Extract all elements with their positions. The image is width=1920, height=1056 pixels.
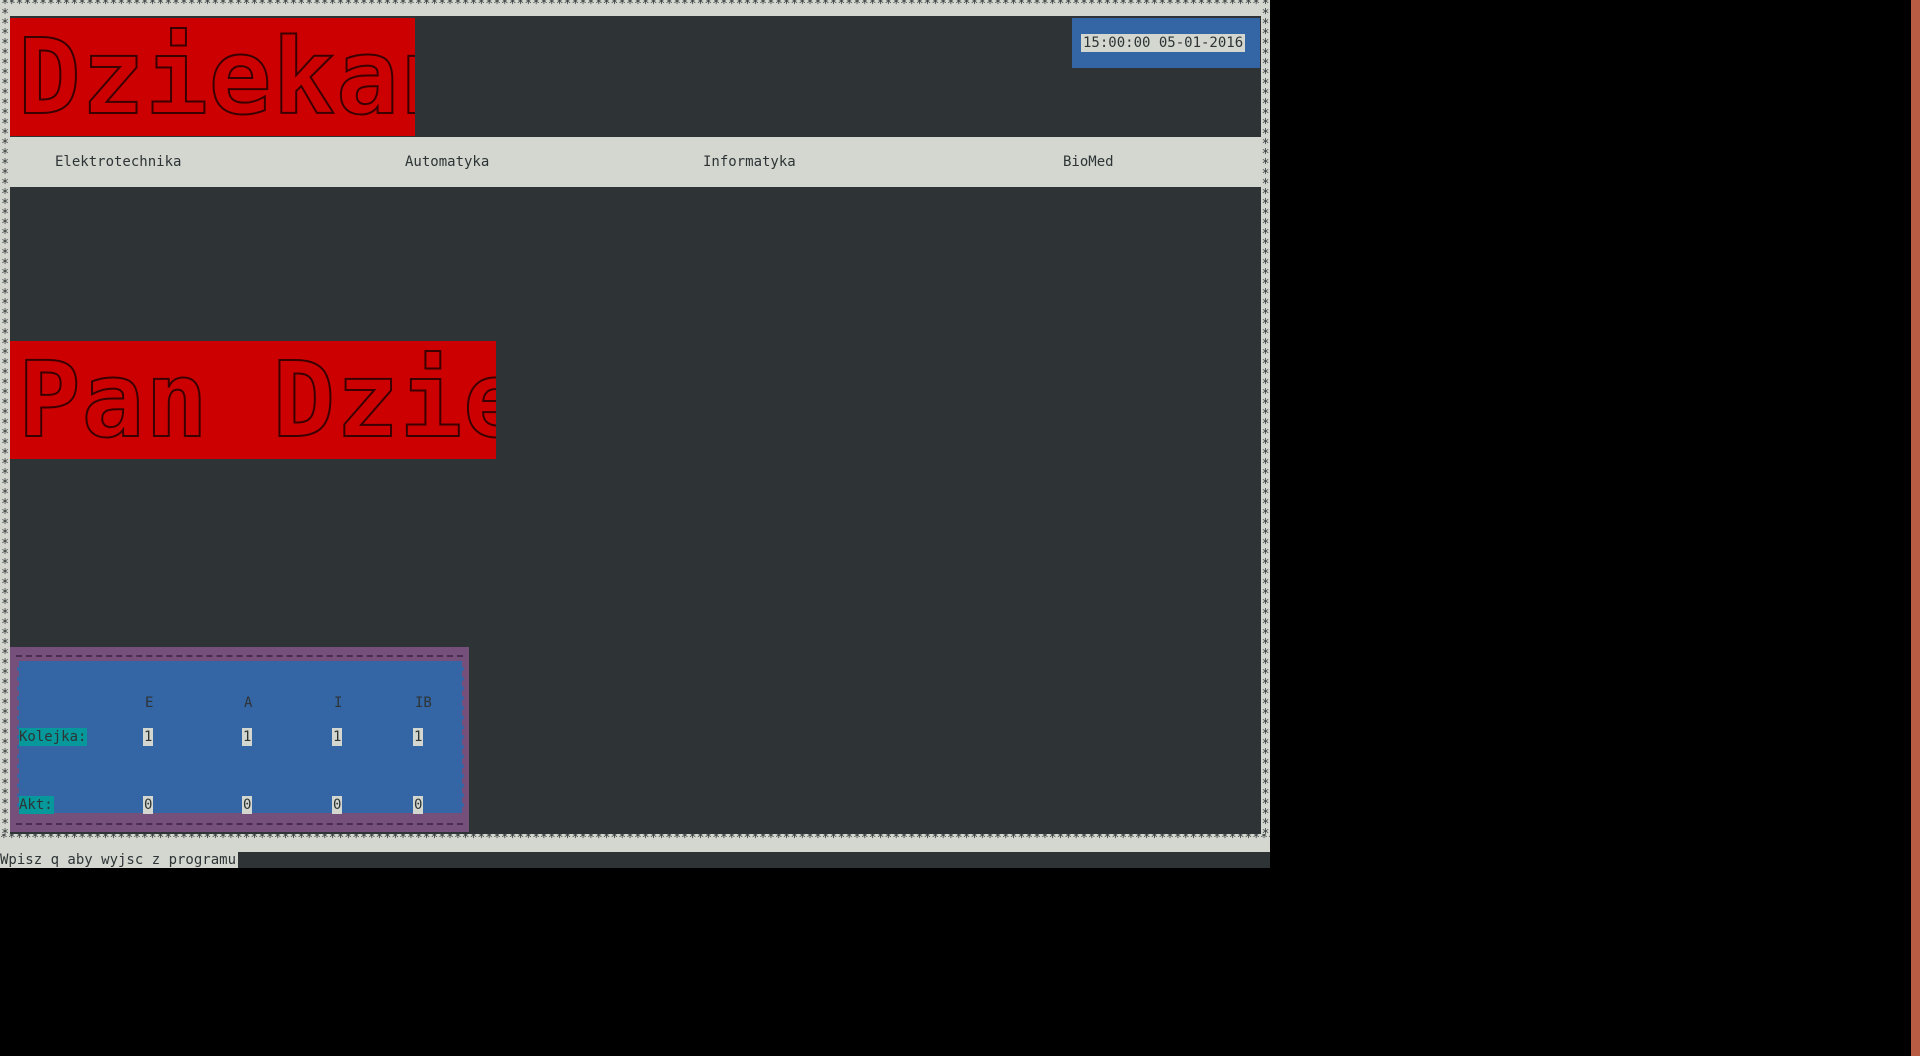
column-header-e: E	[145, 695, 154, 711]
left-border: ****************************************…	[0, 0, 10, 852]
name-banner: Pan Dziekan	[10, 341, 496, 459]
current-value-ib: 0	[413, 796, 424, 814]
menu-bar: Elektrotechnika Automatyka Informatyka B…	[10, 137, 1261, 187]
stats-top-dash	[16, 655, 463, 657]
clock-panel: 15:00:00 05-01-2016	[1072, 18, 1260, 68]
menu-item-biomed[interactable]: BioMed	[1063, 152, 1114, 172]
queue-value-ib: 1	[413, 728, 424, 746]
stats-panel: E A I IB Kolejka: 1 1 1 1 Akt: 0 0 0 0	[10, 647, 469, 832]
right-border: ****************************************…	[1261, 0, 1270, 852]
menu-item-automatyka[interactable]: Automatyka	[405, 152, 489, 172]
menu-item-elektrotechnika[interactable]: Elektrotechnika	[55, 152, 181, 172]
name-banner-text: Pan Dziekan	[17, 341, 496, 459]
column-header-i: I	[334, 695, 343, 711]
current-value-a: 0	[242, 796, 253, 814]
queue-value-e: 1	[143, 728, 154, 746]
clock-value: 15:00:00 05-01-2016	[1081, 34, 1246, 52]
logo-banner-text: Dziekanat	[17, 18, 415, 136]
queue-label: Kolejka:	[19, 728, 88, 746]
stats-bottom-dash	[16, 823, 463, 825]
column-header-ib: IB	[415, 695, 432, 711]
current-value-i: 0	[332, 796, 343, 814]
top-border: ****************************************…	[0, 0, 1270, 16]
queue-value-a: 1	[242, 728, 253, 746]
window-edge	[1911, 0, 1920, 1056]
queue-value-i: 1	[332, 728, 343, 746]
menu-item-informatyka[interactable]: Informatyka	[703, 152, 796, 172]
status-hint: Wpisz q aby wyjsc z programu	[0, 852, 239, 868]
stats-table: E A I IB Kolejka: 1 1 1 1 Akt: 0 0 0 0	[17, 661, 464, 814]
current-label: Akt:	[19, 796, 54, 814]
current-value-e: 0	[143, 796, 154, 814]
bottom-border: ****************************************…	[0, 834, 1270, 852]
logo-banner: Dziekanat	[10, 18, 415, 136]
status-line: Wpisz q aby wyjsc z programu	[0, 852, 1270, 868]
terminal-window: ****************************************…	[0, 0, 1270, 868]
column-header-a: A	[244, 695, 253, 711]
